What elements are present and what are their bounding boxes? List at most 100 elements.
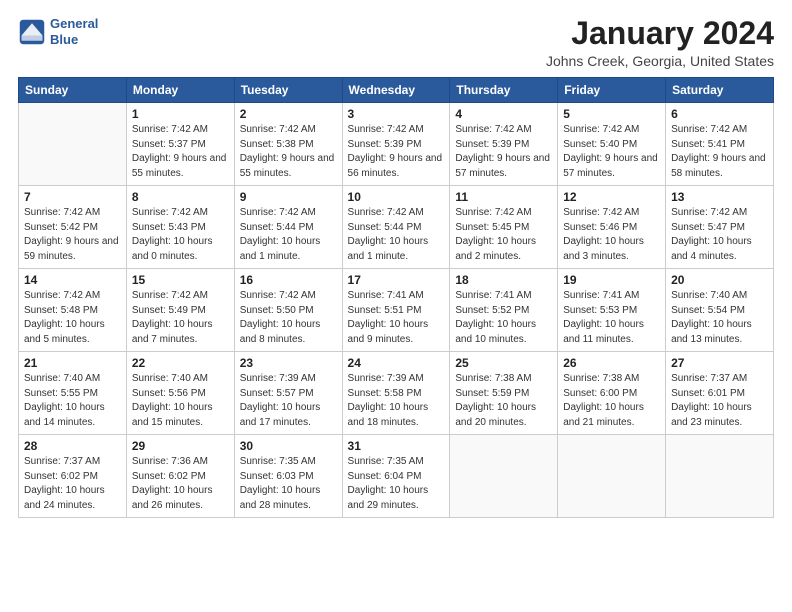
col-friday: Friday: [558, 78, 666, 103]
day-number: 16: [240, 273, 337, 287]
day-info: Sunrise: 7:35 AMSunset: 6:03 PMDaylight:…: [240, 455, 337, 513]
daylight-text: Daylight: 9 hours and 57 minutes.: [455, 153, 550, 179]
sunset-text: Sunset: 5:41 PM: [671, 139, 745, 150]
sunrise-text: Sunrise: 7:41 AM: [348, 290, 424, 301]
daylight-text: Daylight: 10 hours and 3 minutes.: [563, 236, 644, 262]
day-info: Sunrise: 7:42 AMSunset: 5:49 PMDaylight:…: [132, 289, 229, 347]
day-info: Sunrise: 7:42 AMSunset: 5:43 PMDaylight:…: [132, 206, 229, 264]
day-number: 6: [671, 107, 768, 121]
sunset-text: Sunset: 5:46 PM: [563, 222, 637, 233]
day-number: 27: [671, 356, 768, 370]
daylight-text: Daylight: 10 hours and 26 minutes.: [132, 485, 213, 511]
col-sunday: Sunday: [19, 78, 127, 103]
day-cell: [450, 435, 558, 518]
daylight-text: Daylight: 9 hours and 55 minutes.: [132, 153, 227, 179]
sunset-text: Sunset: 5:48 PM: [24, 305, 98, 316]
sunrise-text: Sunrise: 7:42 AM: [132, 124, 208, 135]
daylight-text: Daylight: 10 hours and 13 minutes.: [671, 319, 752, 345]
sunset-text: Sunset: 5:44 PM: [348, 222, 422, 233]
calendar-title: January 2024: [546, 16, 774, 51]
day-cell: 17Sunrise: 7:41 AMSunset: 5:51 PMDayligh…: [342, 269, 450, 352]
day-info: Sunrise: 7:40 AMSunset: 5:54 PMDaylight:…: [671, 289, 768, 347]
week-row-4: 21Sunrise: 7:40 AMSunset: 5:55 PMDayligh…: [19, 352, 774, 435]
sunset-text: Sunset: 5:39 PM: [455, 139, 529, 150]
sunrise-text: Sunrise: 7:36 AM: [132, 456, 208, 467]
daylight-text: Daylight: 10 hours and 18 minutes.: [348, 402, 429, 428]
day-info: Sunrise: 7:39 AMSunset: 5:58 PMDaylight:…: [348, 372, 445, 430]
day-info: Sunrise: 7:42 AMSunset: 5:39 PMDaylight:…: [455, 123, 552, 181]
sunset-text: Sunset: 5:53 PM: [563, 305, 637, 316]
sunrise-text: Sunrise: 7:42 AM: [240, 207, 316, 218]
col-thursday: Thursday: [450, 78, 558, 103]
day-number: 1: [132, 107, 229, 121]
col-monday: Monday: [126, 78, 234, 103]
day-cell: 30Sunrise: 7:35 AMSunset: 6:03 PMDayligh…: [234, 435, 342, 518]
daylight-text: Daylight: 10 hours and 2 minutes.: [455, 236, 536, 262]
sunset-text: Sunset: 5:51 PM: [348, 305, 422, 316]
daylight-text: Daylight: 10 hours and 24 minutes.: [24, 485, 105, 511]
day-number: 2: [240, 107, 337, 121]
sunrise-text: Sunrise: 7:42 AM: [348, 124, 424, 135]
header: General Blue January 2024 Johns Creek, G…: [18, 16, 774, 69]
daylight-text: Daylight: 10 hours and 28 minutes.: [240, 485, 321, 511]
sunrise-text: Sunrise: 7:42 AM: [132, 207, 208, 218]
sunset-text: Sunset: 5:44 PM: [240, 222, 314, 233]
day-cell: 29Sunrise: 7:36 AMSunset: 6:02 PMDayligh…: [126, 435, 234, 518]
sunset-text: Sunset: 5:59 PM: [455, 388, 529, 399]
day-cell: 24 Sunrise: 7:39 AMSunset: 5:58 PMDayligh…: [342, 352, 450, 435]
sunrise-text: Sunrise: 7:42 AM: [240, 124, 316, 135]
day-info: Sunrise: 7:37 AM Sunset: 6:02 PM Daylight:…: [24, 455, 121, 513]
sunrise-text: Sunrise: 7:41 AM: [563, 290, 639, 301]
logo: General Blue: [18, 16, 98, 47]
sunrise-text: Sunrise: 7:37 AM: [24, 456, 100, 467]
day-number: 20: [671, 273, 768, 287]
day-info: Sunrise: 7:41 AM Sunset: 5:51 PM Daylight:…: [348, 289, 445, 347]
daylight-text: Daylight: 10 hours and 4 minutes.: [671, 236, 752, 262]
sunset-text: Sunset: 5:42 PM: [24, 222, 98, 233]
day-info: Sunrise: 7:41 AM Sunset: 5:53 PM Daylight:…: [563, 289, 660, 347]
day-cell: 7 Sunrise: 7:42 AM Sunset: 5:42 PM Daylight…: [19, 186, 127, 269]
day-cell: 27Sunrise: 7:37 AMSunset: 6:01 PMDayligh…: [666, 352, 774, 435]
sunrise-text: Sunrise: 7:41 AM: [455, 290, 531, 301]
day-number: 3: [348, 107, 445, 121]
sunrise-text: Sunrise: 7:40 AM: [671, 290, 747, 301]
col-wednesday: Wednesday: [342, 78, 450, 103]
day-info: Sunrise: 7:39 AMSunset: 5:57 PMDaylight:…: [240, 372, 337, 430]
daylight-text: Daylight: 10 hours and 11 minutes.: [563, 319, 644, 345]
day-cell: 10Sunrise: 7:42 AMSunset: 5:44 PMDayligh…: [342, 186, 450, 269]
title-section: January 2024 Johns Creek, Georgia, Unite…: [546, 16, 774, 69]
day-cell: 13Sunrise: 7:42 AMSunset: 5:47 PMDayligh…: [666, 186, 774, 269]
sunrise-text: Sunrise: 7:38 AM: [455, 373, 531, 384]
day-number: 28: [24, 439, 121, 453]
day-cell: 19Sunrise: 7:41 AMSunset: 5:53 PMDayligh…: [558, 269, 666, 352]
day-info: Sunrise: 7:36 AMSunset: 6:02 PMDaylight:…: [132, 455, 229, 513]
sunrise-text: Sunrise: 7:38 AM: [563, 373, 639, 384]
sunrise-text: Sunrise: 7:42 AM: [240, 290, 316, 301]
sunset-text: Sunset: 6:03 PM: [240, 471, 314, 482]
sunset-text: Sunset: 5:43 PM: [132, 222, 206, 233]
daylight-text: Daylight: 10 hours and 1 minute.: [240, 236, 321, 262]
sunrise-text: Sunrise: 7:42 AM: [132, 290, 208, 301]
header-row: Sunday Monday Tuesday Wednesday Thursday…: [19, 78, 774, 103]
day-cell: 16Sunrise: 7:42 AMSunset: 5:50 PMDayligh…: [234, 269, 342, 352]
day-cell: 26Sunrise: 7:38 AMSunset: 6:00 PMDayligh…: [558, 352, 666, 435]
sunset-text: Sunset: 5:50 PM: [240, 305, 314, 316]
daylight-text: Daylight: 10 hours and 9 minutes.: [348, 319, 429, 345]
day-number: 24: [348, 356, 445, 370]
day-cell: [666, 435, 774, 518]
sunset-text: Sunset: 6:04 PM: [348, 471, 422, 482]
day-cell: [558, 435, 666, 518]
day-cell: 25Sunrise: 7:38 AMSunset: 5:59 PMDayligh…: [450, 352, 558, 435]
daylight-text: Daylight: 10 hours and 15 minutes.: [132, 402, 213, 428]
day-info: Sunrise: 7:41 AMSunset: 5:52 PMDaylight:…: [455, 289, 552, 347]
sunrise-text: Sunrise: 7:42 AM: [24, 207, 100, 218]
day-info: Sunrise: 7:42 AMSunset: 5:37 PMDaylight:…: [132, 123, 229, 181]
day-number: 5: [563, 107, 660, 121]
day-number: 7: [24, 190, 121, 204]
sunset-text: Sunset: 6:02 PM: [24, 471, 98, 482]
day-info: Sunrise: 7:40 AMSunset: 5:55 PMDaylight:…: [24, 372, 121, 430]
sunset-text: Sunset: 5:47 PM: [671, 222, 745, 233]
daylight-text: Daylight: 9 hours and 59 minutes.: [24, 236, 119, 262]
sunrise-text: Sunrise: 7:42 AM: [455, 207, 531, 218]
sunrise-text: Sunrise: 7:42 AM: [348, 207, 424, 218]
